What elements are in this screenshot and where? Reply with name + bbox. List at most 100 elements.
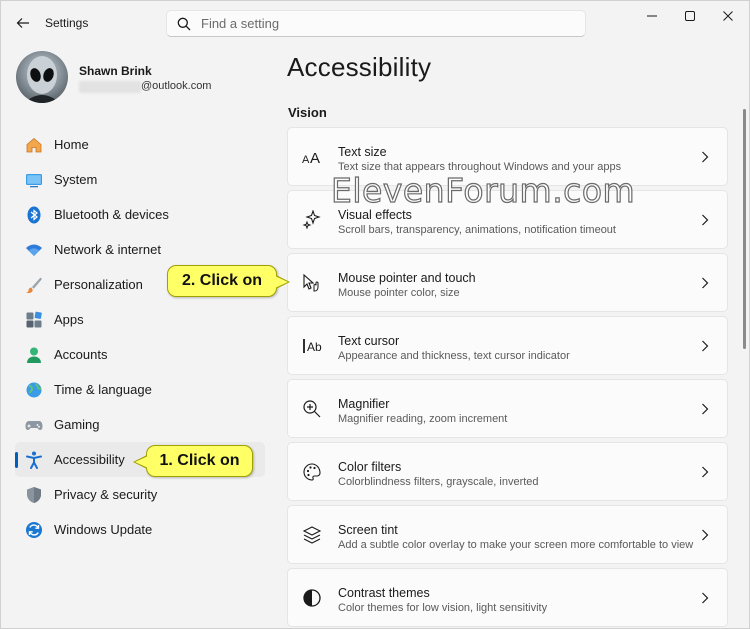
- sidebar-item-label: Privacy & security: [54, 487, 158, 502]
- text-cursor-icon: Ab: [302, 336, 322, 356]
- page-title: Accessibility: [287, 52, 432, 82]
- contrast-icon: [302, 588, 322, 608]
- card-title: Text cursor: [338, 334, 400, 348]
- sparkle-icon: [302, 210, 322, 230]
- card-screen-tint[interactable]: Screen tint Add a subtle color overlay t…: [287, 505, 728, 564]
- app-title: Settings: [45, 16, 89, 30]
- layers-icon: [302, 525, 322, 545]
- apps-icon: [25, 311, 43, 329]
- sidebar-item-privacy[interactable]: Privacy & security: [15, 477, 265, 512]
- maximize-icon: [685, 11, 695, 21]
- wifi-icon: [25, 241, 43, 259]
- search-input[interactable]: [201, 16, 561, 31]
- settings-window: Settings Shawn Brink @ou: [0, 0, 750, 629]
- sidebar-item-label: Gaming: [54, 417, 100, 432]
- user-profile[interactable]: Shawn Brink @outlook.com: [16, 51, 266, 107]
- card-title: Mouse pointer and touch: [338, 271, 476, 285]
- chevron-right-icon: [699, 465, 711, 479]
- update-icon: [25, 521, 43, 539]
- sidebar-item-time-language[interactable]: Time & language: [15, 372, 265, 407]
- pointer-icon: [302, 273, 322, 293]
- accounts-icon: [25, 346, 43, 364]
- sidebar-item-apps[interactable]: Apps: [15, 302, 265, 337]
- card-description: Scroll bars, transparency, animations, n…: [338, 224, 616, 236]
- accessibility-icon: [25, 451, 43, 469]
- sidebar-item-bluetooth[interactable]: Bluetooth & devices: [15, 197, 265, 232]
- shield-icon: [25, 486, 43, 504]
- magnifier-icon: [302, 399, 322, 419]
- close-icon: [723, 11, 733, 21]
- chevron-right-icon: [699, 339, 711, 353]
- scrollbar[interactable]: [743, 109, 746, 349]
- chevron-right-icon: [699, 276, 711, 290]
- active-indicator: [15, 452, 18, 468]
- profile-name: Shawn Brink: [79, 64, 152, 78]
- back-button[interactable]: [11, 11, 35, 35]
- card-description: Add a subtle color overlay to make your …: [338, 539, 694, 551]
- email-redaction: [79, 81, 141, 93]
- card-title: Magnifier: [338, 397, 390, 411]
- sidebar-item-label: Bluetooth & devices: [54, 207, 169, 222]
- svg-text:A: A: [302, 154, 310, 166]
- avatar: [16, 51, 68, 103]
- close-button[interactable]: [705, 1, 750, 31]
- card-description: Mouse pointer color, size: [338, 287, 460, 299]
- sidebar-item-network[interactable]: Network & internet: [15, 232, 265, 267]
- sidebar-item-label: Network & internet: [54, 242, 161, 257]
- home-icon: [25, 136, 43, 154]
- sidebar-item-home[interactable]: Home: [15, 127, 265, 162]
- sidebar-nav: Home System Bluetooth & devices Network …: [15, 127, 265, 547]
- text-size-icon: AA: [302, 147, 322, 167]
- card-description: Text size that appears throughout Window…: [338, 161, 622, 173]
- card-text-cursor[interactable]: Ab Text cursor Appearance and thickness,…: [287, 316, 728, 375]
- sidebar-item-label: Home: [54, 137, 89, 152]
- chevron-right-icon: [699, 150, 711, 164]
- sidebar-item-windows-update[interactable]: Windows Update: [15, 512, 265, 547]
- back-arrow-icon: [16, 18, 29, 28]
- card-description: Colorblindness filters, grayscale, inver…: [338, 476, 539, 488]
- sidebar-item-gaming[interactable]: Gaming: [15, 407, 265, 442]
- title-bar: Settings: [1, 1, 750, 45]
- sidebar-item-label: System: [54, 172, 98, 187]
- card-mouse-pointer-touch[interactable]: Mouse pointer and touch Mouse pointer co…: [287, 253, 728, 312]
- callout-tail-fill: [135, 456, 148, 468]
- card-title: Color filters: [338, 460, 402, 474]
- sidebar-item-label: Apps: [54, 312, 84, 327]
- card-visual-effects[interactable]: Visual effects Scroll bars, transparency…: [287, 190, 728, 249]
- card-title: Contrast themes: [338, 586, 430, 600]
- card-text-size[interactable]: AA Text size Text size that appears thro…: [287, 127, 728, 186]
- palette-icon: [302, 462, 322, 482]
- system-icon: [25, 171, 43, 189]
- gamepad-icon: [25, 416, 43, 434]
- sidebar-item-label: Time & language: [54, 382, 152, 397]
- settings-cards: AA Text size Text size that appears thro…: [287, 127, 728, 629]
- chevron-right-icon: [699, 213, 711, 227]
- callout-tail-fill: [275, 276, 288, 288]
- chevron-right-icon: [699, 402, 711, 416]
- brush-icon: [25, 276, 43, 294]
- card-magnifier[interactable]: Magnifier Magnifier reading, zoom increm…: [287, 379, 728, 438]
- card-description: Color themes for low vision, light sensi…: [338, 602, 548, 614]
- search-box[interactable]: [166, 10, 586, 37]
- callout-text: 1. Click on: [159, 452, 240, 469]
- card-description: Appearance and thickness, text cursor in…: [338, 350, 570, 362]
- card-title: Visual effects: [338, 208, 412, 222]
- sidebar-item-accounts[interactable]: Accounts: [15, 337, 265, 372]
- card-description: Magnifier reading, zoom increment: [338, 413, 508, 425]
- callout-text: 2. Click on: [181, 272, 263, 289]
- globe-icon: [25, 381, 43, 399]
- sidebar-item-label: Personalization: [54, 277, 143, 292]
- profile-email: @outlook.com: [141, 80, 212, 92]
- sidebar-item-system[interactable]: System: [15, 162, 265, 197]
- sidebar-item-label: Accessibility: [54, 452, 125, 467]
- sidebar-item-label: Accounts: [54, 347, 108, 362]
- section-title-vision: Vision: [288, 105, 327, 120]
- card-color-filters[interactable]: Color filters Colorblindness filters, gr…: [287, 442, 728, 501]
- bluetooth-icon: [25, 206, 43, 224]
- card-contrast-themes[interactable]: Contrast themes Color themes for low vis…: [287, 568, 728, 627]
- callout-step-1: 1. Click on: [133, 445, 253, 477]
- chevron-right-icon: [699, 528, 711, 542]
- chevron-right-icon: [699, 591, 711, 605]
- search-icon: [177, 16, 193, 32]
- svg-text:Ab: Ab: [307, 340, 322, 354]
